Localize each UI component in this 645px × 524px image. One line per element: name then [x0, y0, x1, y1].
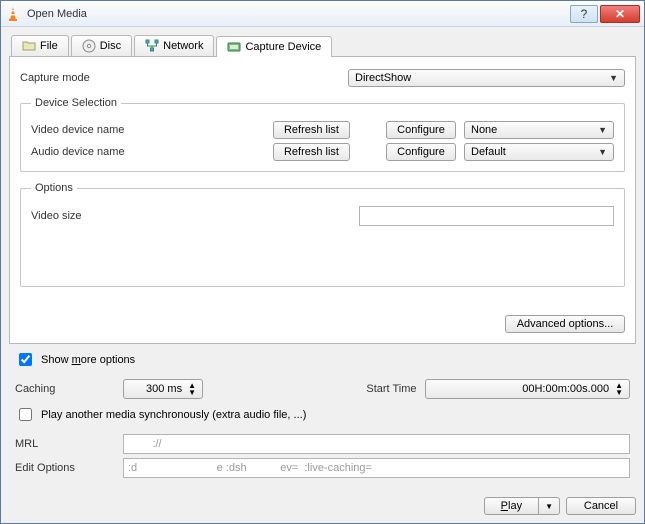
start-time-label: Start Time [337, 383, 417, 395]
mrl-label: MRL [15, 438, 115, 450]
tab-capture-device[interactable]: Capture Device [216, 36, 332, 57]
close-button[interactable]: ✕ [600, 5, 640, 23]
start-time-spinner[interactable]: 00H:00m:00s.000 ▲▼ [425, 379, 631, 399]
capture-mode-value: DirectShow [355, 72, 411, 84]
capture-mode-row: Capture mode DirectShow ▼ [20, 69, 625, 87]
capture-mode-select[interactable]: DirectShow ▼ [348, 69, 625, 87]
show-more-options-input[interactable] [19, 353, 32, 366]
advanced-row: Advanced options... [20, 315, 625, 333]
mrl-input[interactable] [123, 434, 630, 454]
device-selection-group: Device Selection Video device name Refre… [20, 97, 625, 172]
caching-starttime-row: Caching 300 ms ▲▼ Start Time 00H:00m:00s… [15, 379, 630, 399]
options-group: Options Video size [20, 182, 625, 287]
show-more-options-checkbox[interactable]: Show more options [15, 350, 630, 369]
video-device-select[interactable]: None ▼ [464, 121, 614, 139]
advanced-options-button[interactable]: Advanced options... [505, 315, 625, 333]
video-device-value: None [471, 124, 497, 136]
tab-network[interactable]: Network [134, 35, 214, 56]
play-split-button: PPlaylay ▼ [484, 497, 560, 515]
tab-bar: File Disc Network Capture Device [9, 35, 636, 56]
tab-label: File [40, 40, 58, 52]
window-buttons: ? ✕ [570, 5, 640, 23]
play-another-input[interactable] [19, 408, 32, 421]
window-title: Open Media [27, 8, 570, 20]
network-icon [145, 39, 159, 53]
dialog-content: File Disc Network Capture Device Capture… [1, 27, 644, 489]
play-another-checkbox[interactable]: Play another media synchronously (extra … [15, 405, 630, 424]
play-dropdown-button[interactable]: ▼ [538, 497, 560, 515]
video-device-label: Video device name [31, 124, 265, 136]
edit-options-input[interactable] [123, 458, 630, 478]
audio-device-label: Audio device name [31, 146, 265, 158]
video-size-label: Video size [31, 210, 351, 222]
spinner-arrows-icon: ▲▼ [188, 382, 196, 396]
device-selection-legend: Device Selection [31, 97, 121, 109]
more-options-area: Show more options Caching 300 ms ▲▼ Star… [9, 344, 636, 482]
chevron-down-icon: ▼ [609, 73, 618, 83]
edit-options-label: Edit Options [15, 462, 115, 474]
tab-disc[interactable]: Disc [71, 35, 132, 56]
caching-label: Caching [15, 383, 115, 395]
video-device-row: Video device name Refresh list Configure… [31, 121, 614, 139]
tab-label: Network [163, 40, 203, 52]
caching-value: 300 ms [146, 383, 182, 395]
show-more-options-label: Show more options [41, 354, 135, 366]
capture-device-icon [227, 40, 241, 54]
audio-refresh-button[interactable]: Refresh list [273, 143, 350, 161]
video-configure-button[interactable]: Configure [386, 121, 456, 139]
open-media-dialog: Open Media ? ✕ File Disc Network Capture… [0, 0, 645, 524]
titlebar: Open Media ? ✕ [1, 1, 644, 27]
vlc-cone-icon [5, 6, 21, 22]
audio-configure-button[interactable]: Configure [386, 143, 456, 161]
chevron-down-icon: ▼ [598, 125, 607, 135]
help-button[interactable]: ? [570, 5, 598, 23]
audio-device-select[interactable]: Default ▼ [464, 143, 614, 161]
edit-options-row: Edit Options [15, 458, 630, 478]
mrl-row: MRL [15, 434, 630, 454]
spinner-arrows-icon: ▲▼ [615, 382, 623, 396]
capture-mode-label: Capture mode [20, 72, 340, 84]
tab-label: Disc [100, 40, 121, 52]
video-size-row: Video size [31, 206, 614, 226]
video-refresh-button[interactable]: Refresh list [273, 121, 350, 139]
audio-device-row: Audio device name Refresh list Configure… [31, 143, 614, 161]
video-size-input[interactable] [359, 206, 614, 226]
dialog-footer: PPlaylay ▼ Cancel [1, 489, 644, 523]
capture-panel: Capture mode DirectShow ▼ Device Selecti… [9, 56, 636, 344]
tab-label: Capture Device [245, 41, 321, 53]
tab-file[interactable]: File [11, 35, 69, 56]
audio-device-value: Default [471, 146, 506, 158]
start-time-value: 00H:00m:00s.000 [522, 383, 609, 395]
disc-icon [82, 39, 96, 53]
cancel-button[interactable]: Cancel [566, 497, 636, 515]
chevron-down-icon: ▼ [598, 147, 607, 157]
chevron-down-icon: ▼ [545, 502, 553, 511]
play-another-label: Play another media synchronously (extra … [41, 409, 306, 421]
play-button[interactable]: PPlaylay [484, 497, 538, 515]
caching-spinner[interactable]: 300 ms ▲▼ [123, 379, 203, 399]
folder-icon [22, 39, 36, 53]
options-legend: Options [31, 182, 77, 194]
